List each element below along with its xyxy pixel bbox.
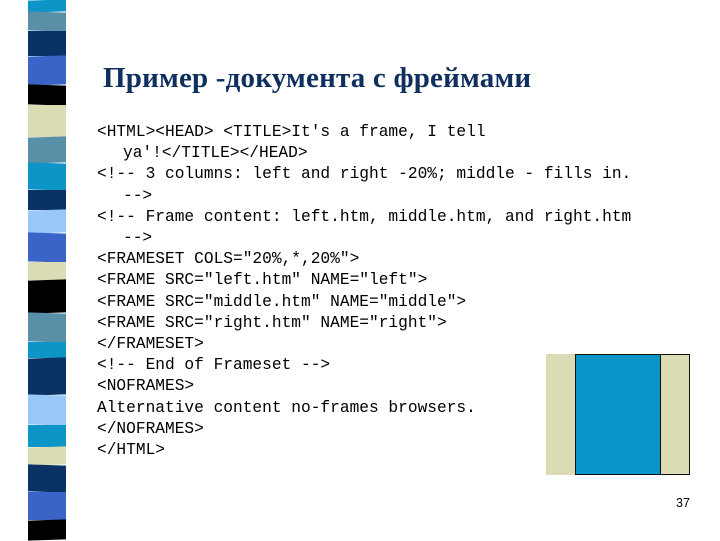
- stripe: [28, 425, 66, 447]
- stripe: [28, 31, 66, 56]
- code-line: <!-- Frame content: left.htm, middle.htm…: [97, 207, 632, 226]
- stripe: [28, 11, 66, 32]
- stripe: [28, 162, 66, 191]
- stripe: [28, 190, 66, 210]
- slide-title: Пример -документа с фреймами: [103, 62, 532, 94]
- stripe: [28, 312, 66, 343]
- code-line: <FRAME SRC="right.htm" NAME="right">: [97, 313, 447, 332]
- stripe: [28, 55, 66, 86]
- stripe: [28, 84, 66, 106]
- stripe: [28, 464, 66, 493]
- code-line: <HTML><HEAD> <TITLE>It's a frame, I tell: [97, 123, 486, 141]
- page-number: 37: [676, 496, 690, 510]
- code-line: <FRAME SRC="middle.htm" NAME="middle">: [97, 292, 467, 311]
- stripe: [28, 394, 66, 426]
- stripe: [28, 209, 66, 234]
- stripe: [28, 519, 66, 541]
- stripe: [28, 357, 66, 396]
- code-line: <FRAME SRC="left.htm" NAME="left">: [97, 271, 428, 290]
- stripe: [28, 136, 66, 164]
- code-line: -->: [123, 186, 153, 205]
- code-line: <!-- 3 columns: left and right -20%; mid…: [97, 165, 632, 184]
- code-line: <FRAMESET COLS="20%,*,20%">: [97, 250, 360, 269]
- stripe: [28, 105, 66, 137]
- stripe: [28, 262, 66, 280]
- code-line: </FRAMESET>: [97, 335, 204, 354]
- stripe: [28, 492, 66, 520]
- frameset-diagram: [546, 354, 690, 475]
- frame-pane-middle: [575, 354, 661, 475]
- stripe: [28, 279, 66, 314]
- frame-pane-right: [661, 354, 690, 475]
- frame-pane-left: [546, 354, 575, 475]
- decorative-stripe-bar: [28, 0, 66, 541]
- code-line: ya'!</TITLE></HEAD>: [123, 144, 308, 163]
- code-line: -->: [123, 229, 153, 248]
- stripe: [28, 446, 66, 466]
- stripe: [28, 342, 66, 358]
- stripe: [28, 232, 66, 263]
